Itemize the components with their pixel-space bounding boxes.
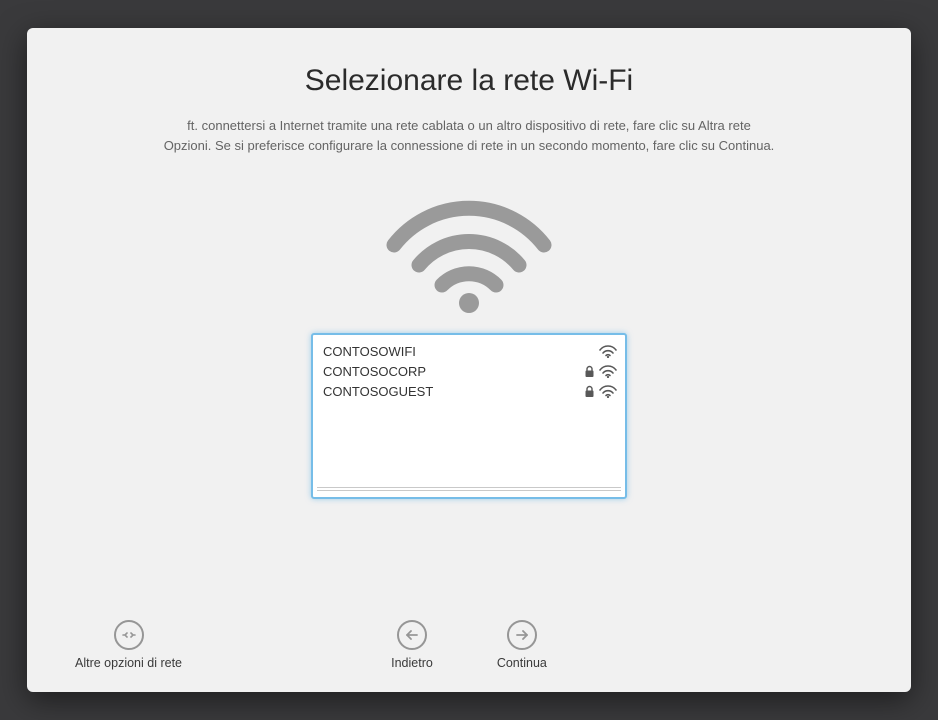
button-label: Continua	[497, 656, 547, 670]
wifi-network-row[interactable]: CONTOSOWIFI	[323, 341, 617, 361]
button-label: Indietro	[391, 656, 433, 670]
wifi-signal-icon	[599, 385, 617, 398]
page-subtitle: ft. connettersi a Internet tramite una r…	[164, 116, 775, 155]
wifi-network-row[interactable]: CONTOSOCORP	[323, 361, 617, 381]
subtitle-line-1: ft. connettersi a Internet tramite una r…	[187, 118, 751, 133]
arrow-right-icon	[507, 620, 537, 650]
wifi-network-name: CONTOSOWIFI	[323, 344, 599, 359]
lock-icon	[584, 365, 595, 378]
arrow-left-icon	[397, 620, 427, 650]
wifi-network-list[interactable]: CONTOSOWIFI CONTOSOCORP CONTOSOGUEST	[311, 333, 627, 499]
wifi-network-name: CONTOSOCORP	[323, 364, 584, 379]
wifi-icon	[384, 195, 554, 315]
subtitle-line-2: Opzioni. Se si preferisce configurare la…	[164, 138, 775, 153]
page-title: Selezionare la rete Wi-Fi	[305, 64, 633, 98]
wifi-network-name: CONTOSOGUEST	[323, 384, 584, 399]
continue-button[interactable]: Continua	[497, 620, 547, 670]
list-footer-divider	[317, 487, 621, 491]
setup-window: Selezionare la rete Wi-Fi ft. connetters…	[27, 28, 911, 692]
wifi-signal-icon	[599, 365, 617, 378]
wifi-signal-icon	[599, 345, 617, 358]
wifi-network-row[interactable]: CONTOSOGUEST	[323, 381, 617, 401]
lock-icon	[584, 385, 595, 398]
back-button[interactable]: Indietro	[391, 620, 433, 670]
